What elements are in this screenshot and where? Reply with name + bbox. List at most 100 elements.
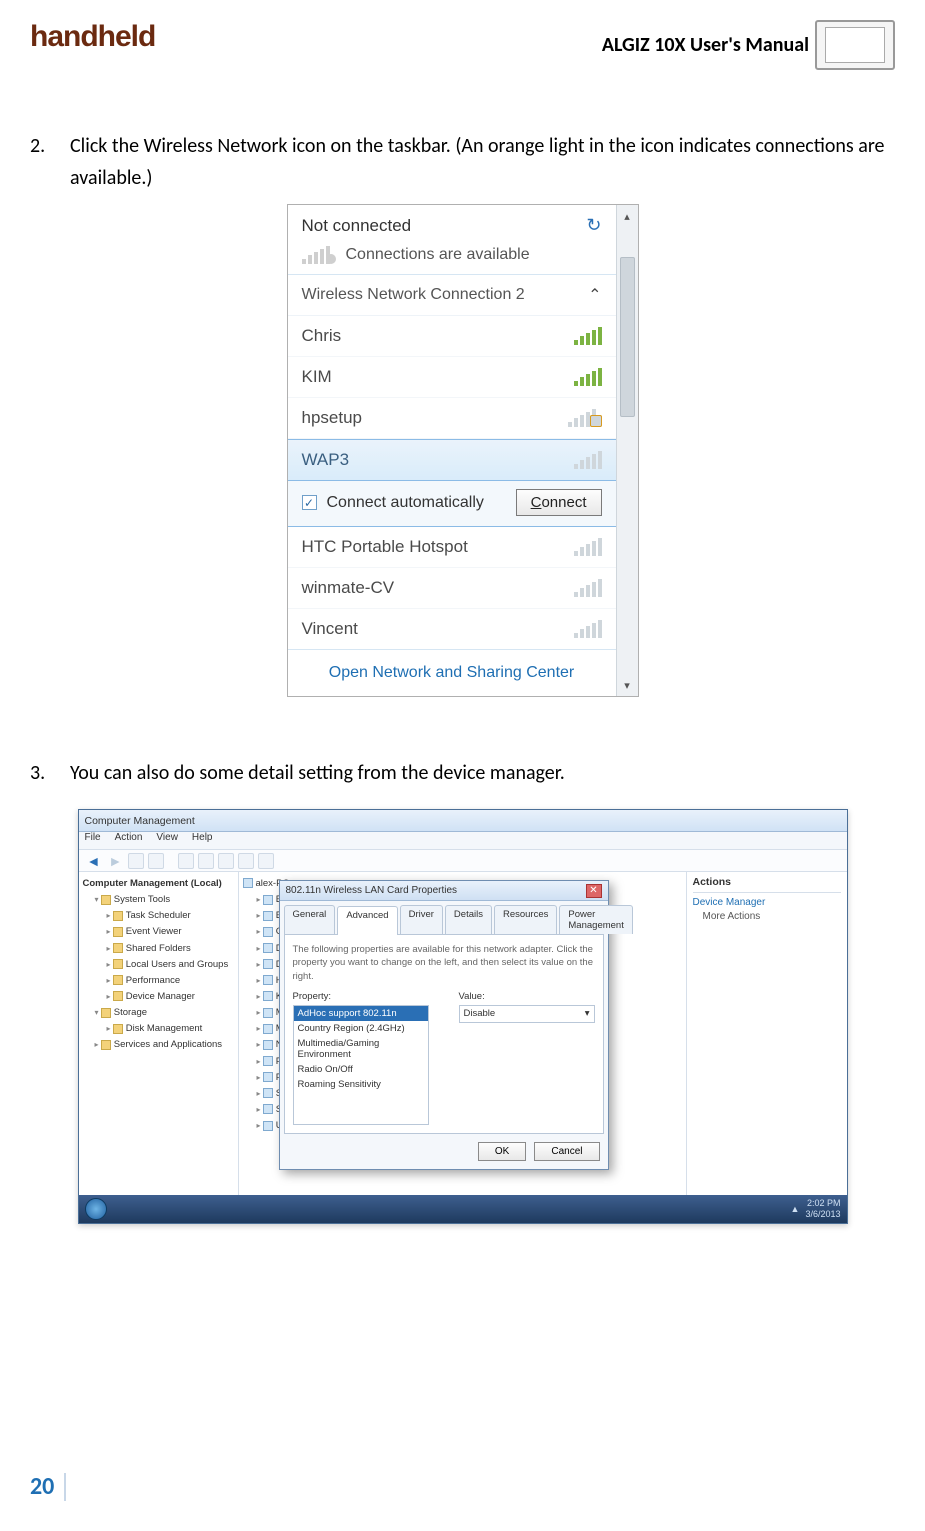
tab-resources[interactable]: Resources [494, 905, 557, 934]
open-network-center-link[interactable]: Open Network and Sharing Center [288, 650, 616, 696]
scroll-thumb[interactable] [620, 257, 635, 417]
device-tree-panel[interactable]: alex-PC Batteries Bluetooth Computer Dis… [239, 872, 687, 1195]
tab-power[interactable]: Power Management [559, 905, 632, 934]
list-item[interactable]: AdHoc support 802.11n [294, 1006, 428, 1021]
window-title: Computer Management [85, 815, 195, 827]
value-select[interactable]: Disable ▾ [459, 1005, 595, 1023]
header-right: ALGIZ 10X User's Manual [602, 20, 895, 70]
connect-options-row: ✓ Connect automatically Connect [288, 481, 616, 527]
property-label: Property: [293, 991, 429, 1002]
clock[interactable]: 2:02 PM 3/6/2013 [805, 1198, 840, 1220]
ok-button[interactable]: OK [478, 1142, 526, 1161]
menu-view[interactable]: View [156, 832, 178, 849]
signal-icon [574, 368, 602, 386]
manual-title: ALGIZ 10X User's Manual [602, 33, 809, 57]
wifi-adapter-name: Wireless Network Connection 2 [302, 286, 525, 304]
scroll-track[interactable] [617, 227, 638, 674]
actions-more[interactable]: More Actions [693, 911, 841, 922]
tree-item[interactable]: Device Manager [107, 989, 234, 1005]
scrollbar[interactable]: ▴ ▾ [616, 205, 638, 696]
wifi-popup-window: Not connected ↻ Connections are availabl… [287, 204, 639, 697]
property-listbox[interactable]: AdHoc support 802.11n Country Region (2.… [293, 1005, 429, 1125]
tree-item[interactable]: Event Viewer [107, 924, 234, 940]
toolbar-icon[interactable] [148, 853, 164, 869]
menu-file[interactable]: File [85, 832, 101, 849]
network-row-kim[interactable]: KIM [288, 357, 616, 398]
toolbar-icon[interactable] [258, 853, 274, 869]
wifi-adapter-header[interactable]: Wireless Network Connection 2 ⌃ [288, 275, 616, 316]
network-name: HTC Portable Hotspot [302, 537, 468, 557]
window-titlebar[interactable]: Computer Management [79, 810, 847, 832]
chevron-up-icon: ⌃ [588, 285, 601, 305]
signal-icon [574, 451, 602, 469]
signal-icon [574, 620, 602, 638]
network-row-chris[interactable]: Chris [288, 316, 616, 357]
list-item[interactable]: Radio On/Off [294, 1062, 428, 1077]
start-button-icon[interactable] [85, 1198, 107, 1220]
actions-title: Actions [693, 876, 841, 893]
network-row-htc[interactable]: HTC Portable Hotspot [288, 527, 616, 568]
toolbar-icon[interactable] [128, 853, 144, 869]
tab-driver[interactable]: Driver [400, 905, 443, 934]
refresh-icon[interactable]: ↻ [586, 215, 601, 236]
computer-management-window: Computer Management File Action View Hel… [78, 809, 848, 1224]
dialog-titlebar[interactable]: 802.11n Wireless LAN Card Properties ✕ [280, 881, 608, 901]
signal-icon [574, 538, 602, 556]
network-name: Vincent [302, 619, 358, 639]
close-icon[interactable]: ✕ [586, 884, 602, 898]
step-3-number: 3. [30, 757, 52, 789]
forward-icon[interactable]: ► [106, 853, 124, 869]
device-thumbnail-icon [815, 20, 895, 70]
actions-group[interactable]: Device Manager [693, 897, 841, 908]
tray-icon[interactable]: ▲ [791, 1204, 800, 1214]
page-footer: 20 [30, 1472, 66, 1501]
list-item[interactable]: Roaming Sensitivity [294, 1077, 428, 1092]
tree-item[interactable]: Local Users and Groups [107, 957, 234, 973]
tree-root[interactable]: Computer Management (Local) [83, 876, 234, 892]
step-3-text: You can also do some detail setting from… [70, 757, 895, 789]
tree-item[interactable]: Storage Disk Management [95, 1005, 234, 1037]
network-row-wap3[interactable]: WAP3 [288, 439, 616, 481]
cancel-button[interactable]: Cancel [534, 1142, 599, 1161]
list-item[interactable]: Multimedia/Gaming Environment [294, 1036, 428, 1062]
tab-advanced[interactable]: Advanced [337, 906, 397, 935]
toolbar: ◄ ► [79, 850, 847, 872]
clock-time: 2:02 PM [805, 1198, 840, 1209]
signal-available-icon [302, 246, 336, 264]
menubar[interactable]: File Action View Help [79, 832, 847, 850]
toolbar-icon[interactable] [178, 853, 194, 869]
tab-general[interactable]: General [284, 905, 336, 934]
toolbar-icon[interactable] [198, 853, 214, 869]
tree-item[interactable]: Services and Applications [95, 1037, 234, 1053]
properties-dialog: 802.11n Wireless LAN Card Properties ✕ G… [279, 880, 609, 1170]
taskbar[interactable]: ▲ 2:02 PM 3/6/2013 [79, 1195, 847, 1223]
auto-connect-checkbox[interactable]: ✓ [302, 495, 317, 510]
tab-details[interactable]: Details [445, 905, 492, 934]
connect-button[interactable]: Connect [516, 489, 602, 516]
system-tray[interactable]: ▲ 2:02 PM 3/6/2013 [791, 1198, 841, 1220]
tree-item[interactable]: Shared Folders [107, 941, 234, 957]
tree-item[interactable]: Performance [107, 973, 234, 989]
menu-action[interactable]: Action [115, 832, 143, 849]
list-item[interactable]: Country Region (2.4GHz) [294, 1021, 428, 1036]
select-value: Disable [464, 1008, 496, 1019]
network-row-vincent[interactable]: Vincent [288, 609, 616, 650]
back-icon[interactable]: ◄ [85, 853, 103, 869]
toolbar-icon[interactable] [218, 853, 234, 869]
tree-item[interactable]: Disk Management [107, 1021, 234, 1037]
scroll-up-icon[interactable]: ▴ [617, 205, 638, 227]
network-row-winmate[interactable]: winmate-CV [288, 568, 616, 609]
dialog-body: The following properties are available f… [284, 934, 604, 1134]
left-tree-panel[interactable]: Computer Management (Local) System Tools… [79, 872, 239, 1195]
menu-help[interactable]: Help [192, 832, 213, 849]
tree-item[interactable]: System Tools Task Scheduler Event Viewer… [95, 892, 234, 1005]
tree-item[interactable]: Task Scheduler [107, 908, 234, 924]
step-2-text: Click the Wireless Network icon on the t… [70, 130, 895, 194]
page-content: 2. Click the Wireless Network icon on th… [0, 70, 925, 1224]
network-row-hpsetup[interactable]: hpsetup [288, 398, 616, 439]
toolbar-icon[interactable] [238, 853, 254, 869]
network-name: winmate-CV [302, 578, 395, 598]
scroll-down-icon[interactable]: ▾ [617, 674, 638, 696]
signal-icon [574, 327, 602, 345]
value-label: Value: [459, 991, 595, 1002]
